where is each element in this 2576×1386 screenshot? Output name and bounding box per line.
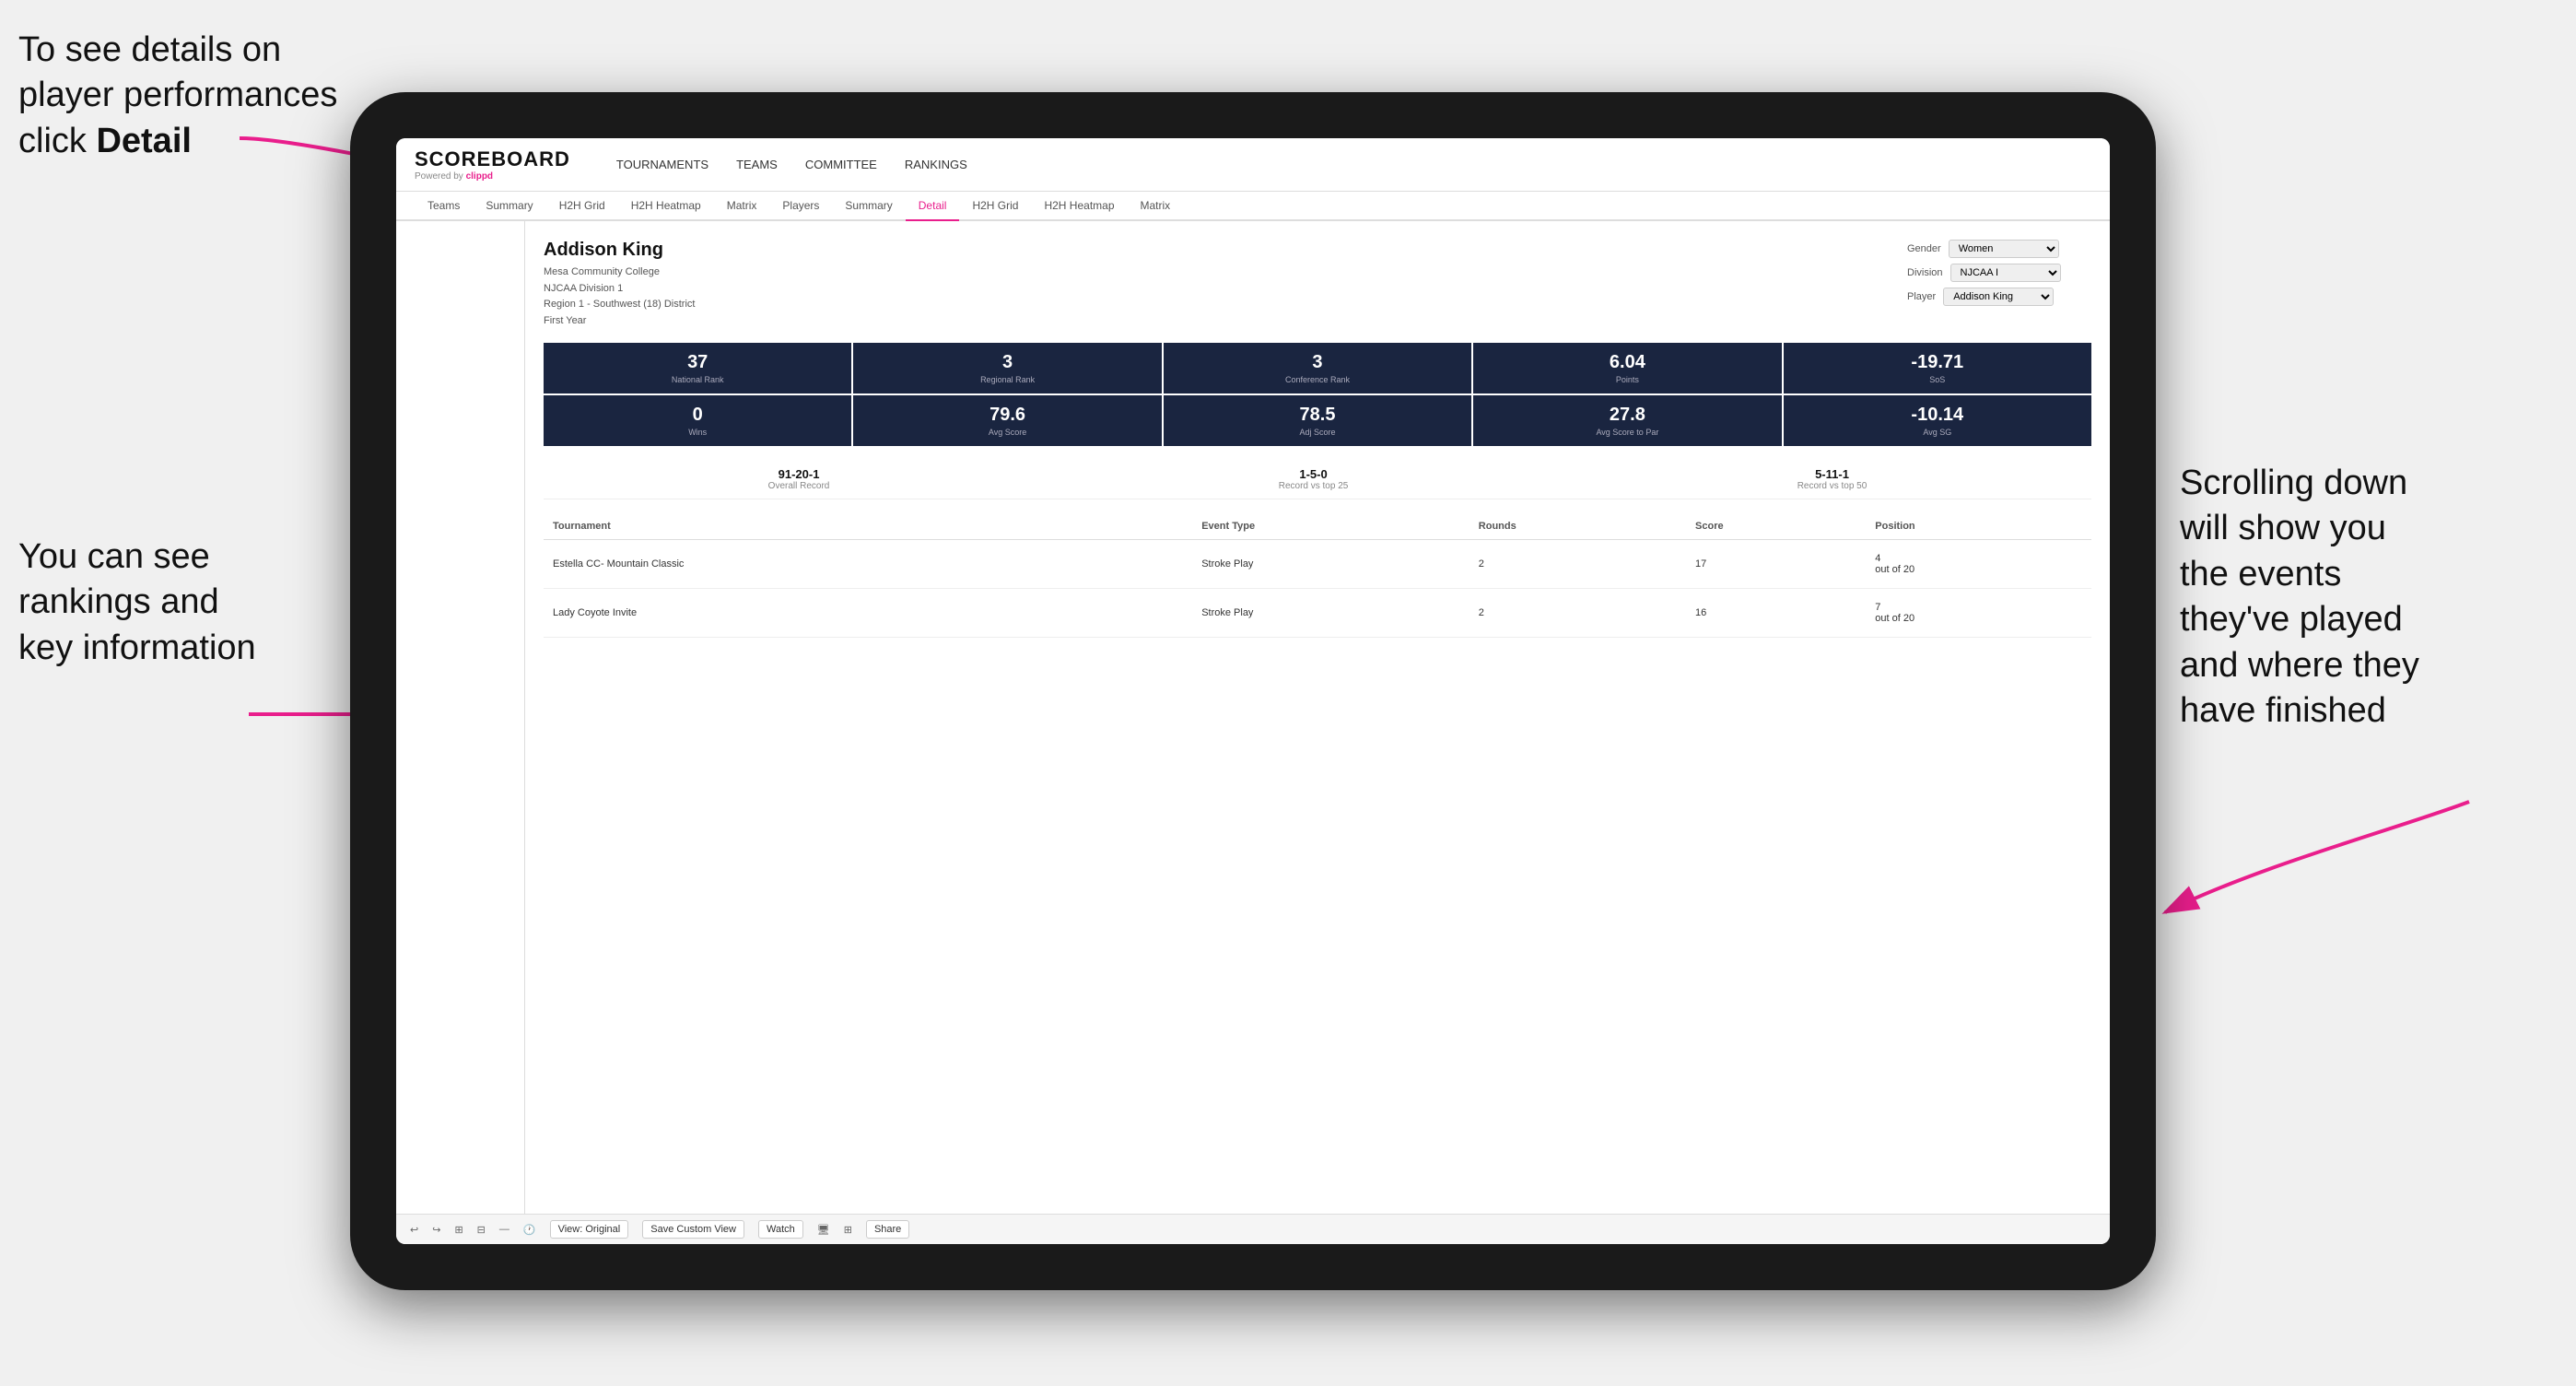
nav-committee[interactable]: COMMITTEE	[805, 154, 877, 175]
col-tournament: Tournament	[544, 513, 1121, 540]
share-button[interactable]: Share	[866, 1220, 909, 1239]
cell-empty	[1121, 589, 1192, 638]
tab-h2h-heatmap-2[interactable]: H2H Heatmap	[1031, 192, 1127, 221]
tablet-screen: SCOREBOARD Powered by clippd TOURNAMENTS…	[396, 138, 2110, 1244]
nav-teams[interactable]: TEAMS	[736, 154, 778, 175]
player-division: NJCAA Division 1	[544, 281, 695, 298]
tablet-frame: SCOREBOARD Powered by clippd TOURNAMENTS…	[350, 92, 2156, 1290]
player-header: Addison King Mesa Community College NJCA…	[544, 240, 2091, 329]
cell-rounds: 2	[1469, 540, 1686, 589]
tab-h2h-grid-1[interactable]: H2H Grid	[546, 192, 618, 221]
player-info: Addison King Mesa Community College NJCA…	[544, 240, 695, 329]
stat-cell: 78.5Adj Score	[1164, 395, 1471, 446]
player-selectors: Gender Women Division NJCAA I	[1907, 240, 2091, 306]
player-label: Player	[1907, 291, 1936, 302]
cell-tournament: Estella CC- Mountain Classic	[544, 540, 1121, 589]
logo-area: SCOREBOARD Powered by clippd	[415, 147, 570, 182]
main-content: Addison King Mesa Community College NJCA…	[396, 221, 2110, 1214]
tab-h2h-grid-2[interactable]: H2H Grid	[959, 192, 1031, 221]
annotation-right: Scrolling down will show you the events …	[2180, 461, 2567, 734]
gender-select[interactable]: Women	[1949, 240, 2059, 258]
sub-nav: Teams Summary H2H Grid H2H Heatmap Matri…	[396, 192, 2110, 221]
tab-matrix-2[interactable]: Matrix	[1128, 192, 1184, 221]
stat-cell: 3Regional Rank	[853, 343, 1161, 393]
stat-cell: 3Conference Rank	[1164, 343, 1471, 393]
cell-tournament: Lady Coyote Invite	[544, 589, 1121, 638]
toolbar-clock-icon[interactable]: 🕐	[523, 1224, 536, 1236]
tab-matrix-1[interactable]: Matrix	[714, 192, 770, 221]
col-event-type: Event Type	[1192, 513, 1469, 540]
division-select[interactable]: NJCAA I	[1950, 264, 2061, 282]
tab-summary-2[interactable]: Summary	[832, 192, 905, 221]
cell-position: 4 out of 20	[1866, 540, 2091, 589]
tab-players[interactable]: Players	[769, 192, 832, 221]
logo-powered: Powered by clippd	[415, 171, 570, 182]
top-nav: SCOREBOARD Powered by clippd TOURNAMENTS…	[396, 138, 2110, 192]
app-container: SCOREBOARD Powered by clippd TOURNAMENTS…	[396, 138, 2110, 1244]
left-panel	[396, 221, 525, 1214]
player-select[interactable]: Addison King	[1943, 288, 2054, 306]
record-item: 91-20-1Overall Record	[768, 467, 830, 491]
toolbar-grid-icon: ⊞	[844, 1224, 852, 1236]
annotation-bottomleft: You can see rankings and key information	[18, 534, 369, 671]
cell-score: 17	[1686, 540, 1866, 589]
cell-event-type: Stroke Play	[1192, 540, 1469, 589]
table-row: Estella CC- Mountain Classic Stroke Play…	[544, 540, 2091, 589]
toolbar-monitor-icon: 🖥	[817, 1224, 830, 1236]
nav-rankings[interactable]: RANKINGS	[905, 154, 967, 175]
cell-position: 7 out of 20	[1866, 589, 2091, 638]
col-score: Score	[1686, 513, 1866, 540]
toolbar-icon-1[interactable]: ⊞	[454, 1224, 463, 1236]
gender-selector-row: Gender Women	[1907, 240, 2091, 258]
player-year: First Year	[544, 313, 695, 330]
player-region: Region 1 - Southwest (18) District	[544, 297, 695, 313]
records-row: 91-20-1Overall Record 1-5-0Record vs top …	[544, 460, 2091, 499]
cell-empty	[1121, 540, 1192, 589]
stat-cell: 37National Rank	[544, 343, 851, 393]
player-name: Addison King	[544, 240, 695, 261]
division-selector-row: Division NJCAA I	[1907, 264, 2091, 282]
stats-row-1: 37National Rank3Regional Rank3Conference…	[544, 343, 2091, 393]
stat-cell: 79.6Avg Score	[853, 395, 1161, 446]
player-selector-row: Player Addison King	[1907, 288, 2091, 306]
nav-tournaments[interactable]: TOURNAMENTS	[616, 154, 708, 175]
gender-label: Gender	[1907, 243, 1941, 254]
watch-button[interactable]: Watch	[758, 1220, 803, 1239]
col-position: Position	[1866, 513, 2091, 540]
cell-score: 16	[1686, 589, 1866, 638]
toolbar-redo-icon[interactable]: ↪	[432, 1224, 440, 1236]
tab-detail[interactable]: Detail	[906, 192, 960, 221]
view-original-button[interactable]: View: Original	[550, 1220, 629, 1239]
toolbar-icon-2[interactable]: ⊟	[477, 1224, 486, 1236]
table-row: Lady Coyote Invite Stroke Play 2 16 7 ou…	[544, 589, 2091, 638]
bottom-toolbar: ↩ ↪ ⊞ ⊟ — 🕐 View: Original Save Custom V…	[396, 1214, 2110, 1244]
cell-event-type: Stroke Play	[1192, 589, 1469, 638]
tournament-table: Tournament Event Type Rounds Score Posit…	[544, 513, 2091, 638]
stat-cell: 0Wins	[544, 395, 851, 446]
stat-cell: -19.71SoS	[1784, 343, 2091, 393]
player-school: Mesa Community College	[544, 264, 695, 281]
logo-scoreboard: SCOREBOARD	[415, 147, 570, 171]
stat-cell: 6.04Points	[1473, 343, 1781, 393]
right-content: Addison King Mesa Community College NJCA…	[525, 221, 2110, 1214]
save-custom-view-button[interactable]: Save Custom View	[642, 1220, 744, 1239]
cell-rounds: 2	[1469, 589, 1686, 638]
tab-teams[interactable]: Teams	[415, 192, 473, 221]
toolbar-icon-3[interactable]: —	[499, 1224, 509, 1235]
stats-row-2: 0Wins79.6Avg Score78.5Adj Score27.8Avg S…	[544, 395, 2091, 446]
record-item: 1-5-0Record vs top 25	[1279, 467, 1349, 491]
toolbar-undo-icon[interactable]: ↩	[410, 1224, 418, 1236]
col-empty	[1121, 513, 1192, 540]
stat-cell: 27.8Avg Score to Par	[1473, 395, 1781, 446]
record-item: 5-11-1Record vs top 50	[1797, 467, 1868, 491]
tab-h2h-heatmap-1[interactable]: H2H Heatmap	[618, 192, 714, 221]
annotation-topleft: To see details on player performances cl…	[18, 28, 369, 164]
table-header-row: Tournament Event Type Rounds Score Posit…	[544, 513, 2091, 540]
stat-cell: -10.14Avg SG	[1784, 395, 2091, 446]
division-label: Division	[1907, 267, 1943, 278]
tab-summary-1[interactable]: Summary	[473, 192, 545, 221]
col-rounds: Rounds	[1469, 513, 1686, 540]
